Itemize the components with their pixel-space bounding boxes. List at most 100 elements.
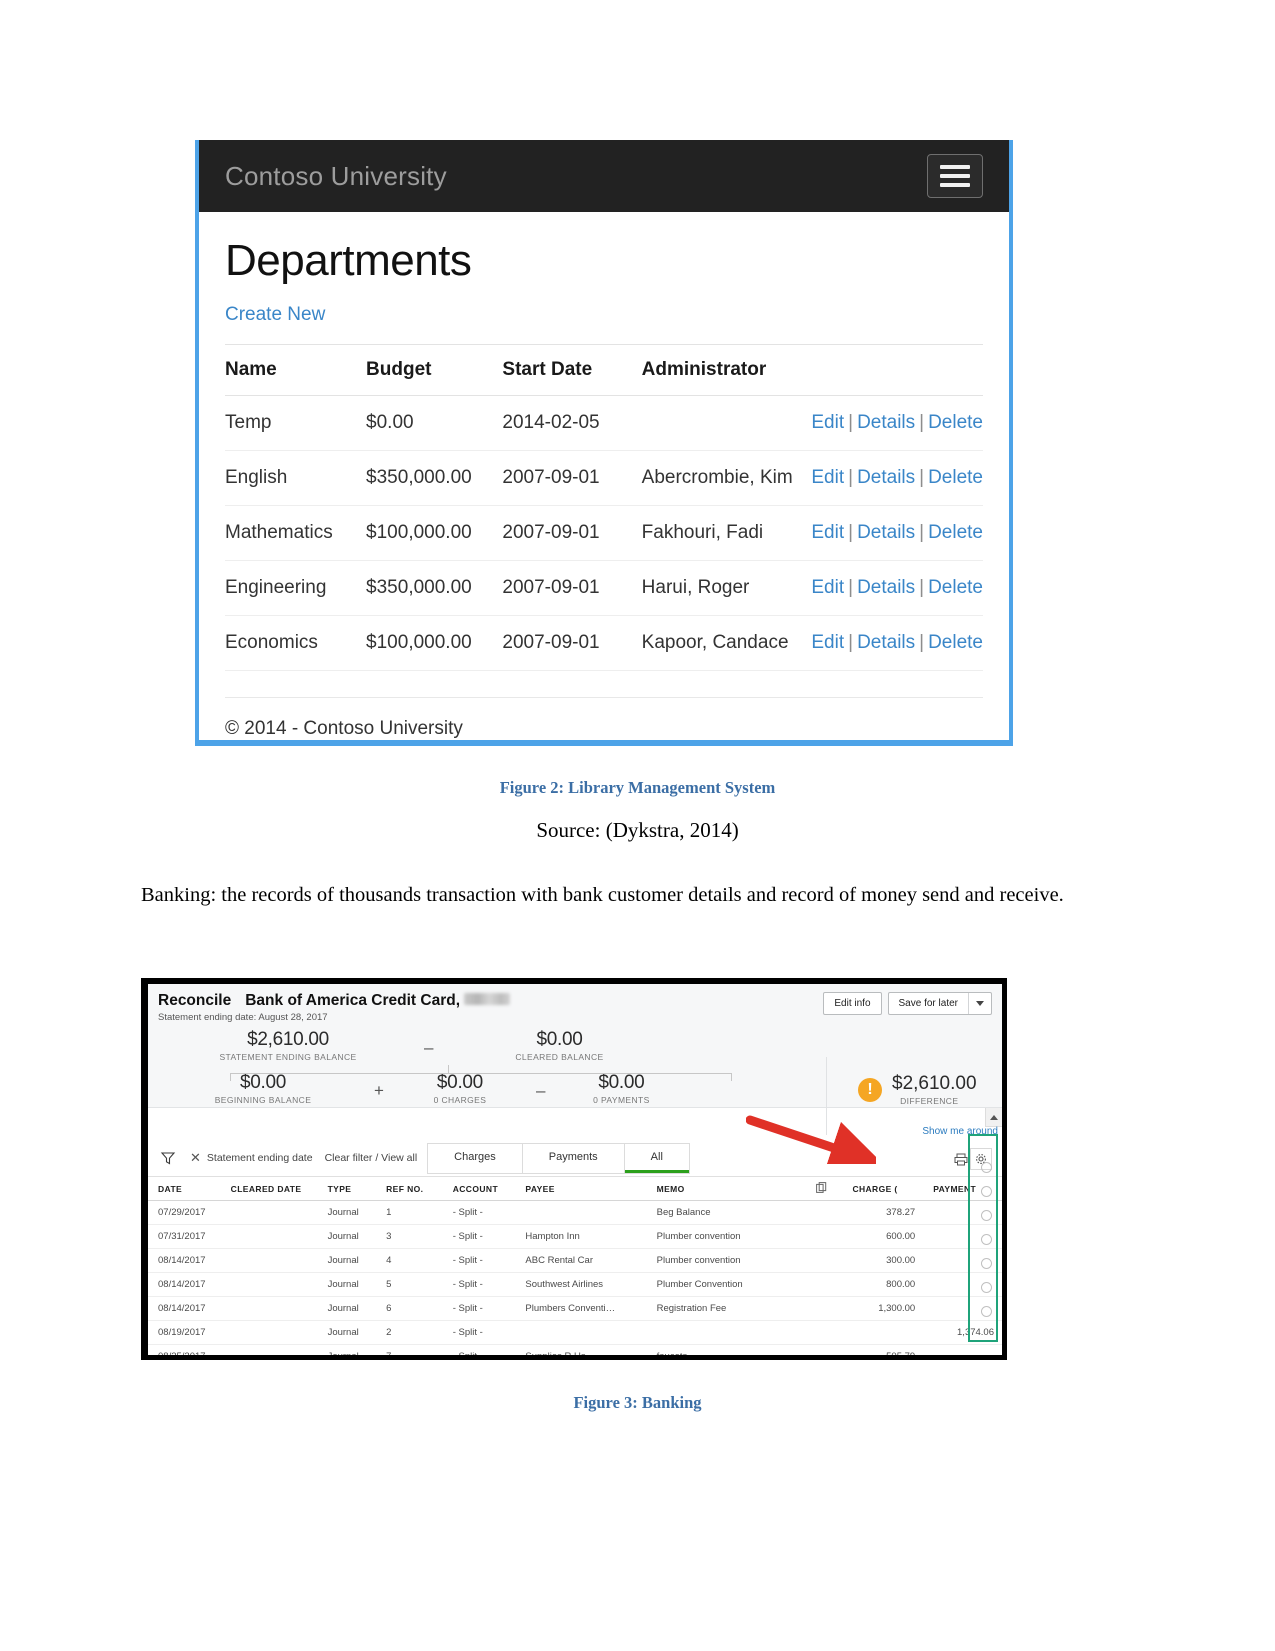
cell-memo [646, 1320, 807, 1345]
cell-ref-no: 7 [376, 1344, 443, 1355]
cell-administrator: Fakhouri, Fadi [641, 505, 812, 561]
details-link[interactable]: Details [857, 522, 915, 543]
cell-type: Journal [317, 1344, 377, 1355]
edit-link[interactable]: Edit [811, 632, 844, 653]
cleared-balance: $0.00 CLEARED BALANCE [439, 1029, 679, 1062]
cell-payee [515, 1320, 647, 1345]
save-for-later-label: Save for later [898, 998, 958, 1009]
cell-start-date: 2007-09-01 [502, 450, 642, 506]
cell-charge: 378.27 [842, 1200, 924, 1225]
edit-link[interactable]: Edit [811, 467, 844, 488]
delete-link[interactable]: Delete [928, 522, 983, 543]
table-row[interactable]: 08/14/2017 Journal 6- Split - Plumbers Conv… [148, 1296, 1002, 1321]
cell-type: Journal [317, 1200, 377, 1225]
close-icon[interactable]: ✕ [190, 1150, 201, 1166]
body-paragraph: Banking: the records of thousands transa… [141, 884, 1064, 906]
hamburger-icon[interactable] [927, 154, 983, 198]
details-link[interactable]: Details [857, 632, 915, 653]
cell-memo: Plumber convention [646, 1248, 807, 1273]
edit-link[interactable]: Edit [811, 522, 844, 543]
filter-label: Statement ending date [206, 1152, 313, 1164]
chevron-down-icon[interactable] [968, 993, 991, 1014]
difference-block: ! $2,610.00 DIFFERENCE [858, 1073, 977, 1106]
transaction-type-tabs: Charges Payments All [427, 1142, 690, 1174]
tab-all[interactable]: All [624, 1143, 689, 1173]
row-radio[interactable] [981, 1162, 992, 1173]
th-payee[interactable]: PAYEE [515, 1176, 647, 1201]
action-separator: | [919, 632, 925, 653]
cell-attachment [806, 1344, 843, 1355]
cell-name: Economics [225, 615, 367, 671]
table-row[interactable]: 08/14/2017 Journal 4- Split - ABC Rental Ca… [148, 1248, 1002, 1273]
balance-summary: $2,610.00 STATEMENT ENDING BALANCE – $0.… [158, 1029, 992, 1135]
row-radio[interactable] [981, 1234, 992, 1245]
cell-administrator: Abercrombie, Kim [641, 450, 812, 506]
table-row[interactable]: 07/31/2017 Journal 3- Split - Hampton Inn Pl… [148, 1224, 1002, 1249]
edit-link[interactable]: Edit [811, 412, 844, 433]
cell-actions: Edit | Details | Delete [811, 450, 983, 506]
cell-start-date: 2007-09-01 [502, 615, 642, 671]
statement-ending-amount: $2,610.00 [247, 1029, 329, 1050]
tab-charges[interactable]: Charges [428, 1143, 523, 1173]
cell-payee: Plumbers Conventi… [515, 1296, 647, 1321]
cell-type: Journal [317, 1320, 377, 1345]
clear-filter-link[interactable]: Clear filter / View all [325, 1152, 418, 1164]
funnel-icon[interactable] [160, 1150, 176, 1166]
cell-charge: 800.00 [842, 1272, 924, 1297]
table-row[interactable]: 07/29/2017 Journal 1- Split - Beg Balance 37… [148, 1200, 1002, 1225]
row-radio[interactable] [981, 1210, 992, 1221]
row-radio[interactable] [981, 1258, 992, 1269]
cell-type: Journal [317, 1248, 377, 1273]
delete-link[interactable]: Delete [928, 632, 983, 653]
table-row[interactable]: 08/25/2017 Journal7- Split -Supplies R Us… [148, 1344, 1002, 1355]
row-radio[interactable] [981, 1186, 992, 1197]
th-charge[interactable]: CHARGE ( [842, 1176, 924, 1201]
delete-link[interactable]: Delete [928, 577, 983, 598]
action-separator: | [848, 522, 854, 543]
cell-start-date: 2014-02-05 [502, 395, 642, 451]
payments-label: 0 PAYMENTS [593, 1095, 650, 1105]
print-icon[interactable] [954, 1153, 968, 1171]
th-account[interactable]: ACCOUNT [442, 1176, 516, 1201]
details-link[interactable]: Details [857, 467, 915, 488]
create-new-link[interactable]: Create New [225, 304, 325, 326]
edit-link[interactable]: Edit [811, 577, 844, 598]
th-date[interactable]: DATE [148, 1176, 221, 1201]
th-ref-no[interactable]: REF NO. [376, 1176, 443, 1201]
cell-account: - Split - [442, 1296, 516, 1321]
save-for-later-button[interactable]: Save for later [887, 992, 992, 1015]
th-cleared-date[interactable]: CLEARED DATE [220, 1176, 318, 1201]
show-me-around-link[interactable]: Show me around [922, 1126, 998, 1137]
details-link[interactable]: Details [857, 412, 915, 433]
table-row: Economics $100,000.00 2007-09-01 Kapoor, Ca… [225, 615, 983, 671]
cell-type: Journal [317, 1272, 377, 1297]
tab-payments[interactable]: Payments [522, 1143, 625, 1173]
page-title: Departments [225, 236, 472, 285]
hamburger-bar [940, 183, 970, 187]
delete-link[interactable]: Delete [928, 467, 983, 488]
transactions-table: DATE CLEARED DATE TYPE REF NO. ACCOUNT P… [148, 1176, 1002, 1355]
th-type[interactable]: TYPE [317, 1176, 377, 1201]
table-row[interactable]: 08/14/2017 Journal 5- Split - Southwest Air… [148, 1272, 1002, 1297]
cell-name: Temp [225, 395, 367, 451]
cell-budget: $100,000.00 [366, 615, 503, 671]
figure2-source: Source: (Dykstra, 2014) [536, 818, 739, 842]
row-radio[interactable] [981, 1282, 992, 1293]
delete-link[interactable]: Delete [928, 412, 983, 433]
difference-amount: $2,610.00 [892, 1073, 977, 1094]
cell-name: Mathematics [225, 505, 367, 561]
edit-info-button[interactable]: Edit info [823, 992, 882, 1015]
cell-attachment [806, 1320, 843, 1345]
cell-actions: Edit | Details | Delete [811, 615, 983, 671]
row-radio[interactable] [981, 1306, 992, 1317]
cell-payee [515, 1200, 647, 1225]
details-link[interactable]: Details [857, 577, 915, 598]
brand-title[interactable]: Contoso University [225, 161, 447, 192]
table-row: Mathematics $100,000.00 2007-09-01 Fakhouri… [225, 505, 983, 561]
action-separator: | [919, 522, 925, 543]
cell-date: 08/19/2017 [148, 1320, 221, 1345]
scroll-up-button[interactable] [985, 1108, 1002, 1127]
table-row[interactable]: 08/19/2017 Journal 2- Split -1,374.06 [148, 1320, 1002, 1345]
cell-date: 08/14/2017 [148, 1296, 221, 1321]
th-memo[interactable]: MEMO [646, 1176, 807, 1201]
